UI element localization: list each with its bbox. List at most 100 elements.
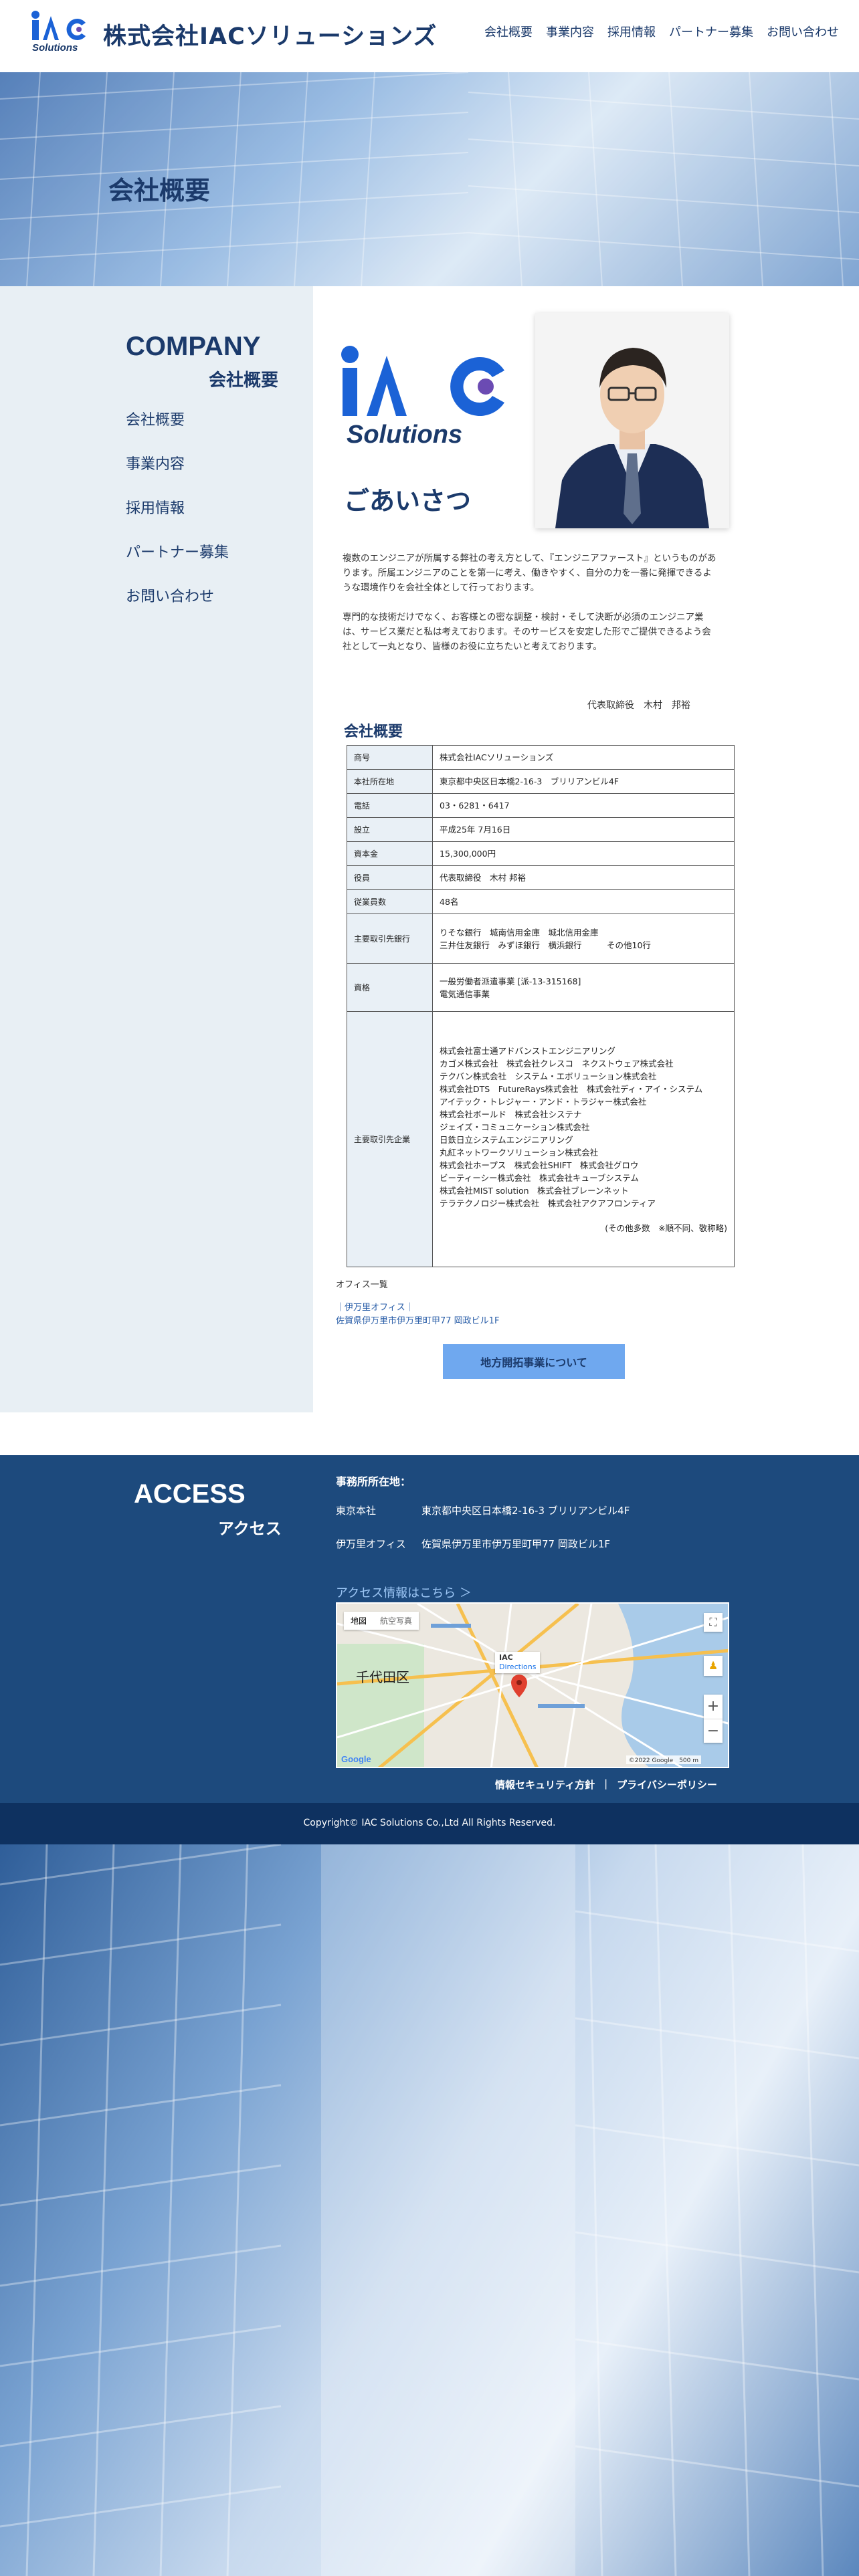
row-label: 資格 <box>347 963 433 1012</box>
zoom-control: + − <box>704 1695 723 1743</box>
copyright-text: Copyright© IAC Solutions Co.,Ltd All Rig… <box>303 1818 556 1828</box>
nav-item-contact[interactable]: お問い合わせ <box>767 23 839 40</box>
client-line: 株式会社富士通アドバンストエンジニアリング <box>440 1045 615 1056</box>
tokyo-office-label: 東京本社 <box>336 1505 377 1517</box>
company-profile-title: 会社概要 <box>344 724 403 740</box>
row-label: 資本金 <box>347 841 433 866</box>
hero-banner: 会社概要 <box>0 72 859 286</box>
table-row: 主要取引先企業 株式会社富士通アドバンストエンジニアリング カゴメ株式会社 株式… <box>347 1011 735 1267</box>
license-list: 一般労働者派遣事業 [派-13-315168] 電気通信事業 <box>432 963 735 1012</box>
sidebar-menu: 会社概要 事業内容 採用情報 パートナー募集 お問い合わせ <box>126 408 229 629</box>
map-attribution: ©2022 Google 500 m <box>626 1755 701 1764</box>
iac-logo[interactable]: Solutions <box>29 9 95 53</box>
nav-item-partner[interactable]: パートナー募集 <box>669 23 753 40</box>
zoom-in-icon[interactable]: + <box>704 1695 723 1719</box>
row-value: 代表取締役 木村 邦裕 <box>432 865 735 890</box>
office-list-label: オフィス一覧 <box>336 1280 388 1290</box>
row-label: 主要取引先銀行 <box>347 914 433 964</box>
table-row: 役員 代表取締役 木村 邦裕 <box>347 865 735 890</box>
regional-business-button[interactable]: 地方開拓事業について <box>443 1344 625 1379</box>
office-locations-heading: 事務所所在地： <box>336 1475 411 1488</box>
clients-note: (その他多数 ※順不同、敬称略) <box>605 1222 727 1233</box>
svg-text:Solutions: Solutions <box>347 421 462 448</box>
google-map[interactable]: 地図 航空写真 千代田区 IAC Directions ⛶ ♟ + − Goog… <box>336 1602 729 1768</box>
map-directions-link[interactable]: Directions <box>499 1662 536 1672</box>
client-line: 株式会社DTS FutureRays株式会社 株式会社ディ・アイ・システム <box>440 1083 703 1094</box>
bank-line: 三井住友銀行 みずほ銀行 横浜銀行 その他10行 <box>440 940 651 950</box>
row-value: 48名 <box>432 889 735 914</box>
table-row: 従業員数 48名 <box>347 889 735 914</box>
imari-office-address-access: 佐賀県伊万里市伊万里町甲77 岡政ビル1F <box>421 1538 611 1550</box>
table-row: 電話 03・6281・6417 <box>347 793 735 818</box>
map-tab-map[interactable]: 地図 <box>344 1612 373 1630</box>
row-value: 株式会社IACソリューションズ <box>432 745 735 770</box>
client-line: カゴメ株式会社 株式会社クレスコ ネクストウェア株式会社 <box>440 1058 674 1069</box>
nav-item-company[interactable]: 会社概要 <box>484 23 533 40</box>
table-row: 主要取引先銀行 りそな銀行 城南信用金庫 城北信用金庫 三井住友銀行 みずほ銀行… <box>347 914 735 964</box>
greeting-paragraph-2: 専門的な技術だけでなく、お客様との密な調整・検討・そして決断が必須のエンジニア業… <box>343 612 711 652</box>
sidebar-item-contact[interactable]: お問い合わせ <box>126 584 229 606</box>
access-heading-en: ACCESS <box>134 1479 246 1509</box>
sidebar-heading-jp: 会社概要 <box>209 370 279 391</box>
map-pin-title: IAC <box>499 1653 513 1662</box>
client-line: 株式会社ボールド 株式会社システナ <box>440 1109 582 1119</box>
tokyo-office-row: 東京本社 東京都中央区日本橋2-16-3 ブリリアンビル4F <box>336 1503 630 1517</box>
client-line: アイテック・トレジャー・アンド・トラジャー株式会社 <box>440 1096 647 1107</box>
imari-office-link[interactable]: ｜伊万里オフィス｜ 佐賀県伊万里市伊万里町甲77 岡政ビル1F <box>336 1301 499 1328</box>
footer-policy-links: 情報セキュリティ方針 | プライバシーポリシー <box>495 1778 717 1792</box>
greeting-body: 複数のエンジニアが所属する弊社の考え方として、『エンジニアファースト』というもの… <box>343 551 717 669</box>
nav-item-business[interactable]: 事業内容 <box>546 23 594 40</box>
bank-line: りそな銀行 城南信用金庫 城北信用金庫 <box>440 927 599 938</box>
page-title: 会社概要 <box>108 176 211 205</box>
building-background-photo <box>0 1844 859 2576</box>
access-heading-jp: アクセス <box>218 1519 282 1538</box>
table-row: 本社所在地 東京都中央区日本橋2-16-3 ブリリアンビル4F <box>347 769 735 794</box>
table-row: 資本金 15,300,000円 <box>347 841 735 866</box>
license-line: 一般労働者派遣事業 [派-13-315168] <box>440 976 581 986</box>
zoom-out-icon[interactable]: − <box>704 1719 723 1743</box>
row-value: 15,300,000円 <box>432 841 735 866</box>
row-label: 主要取引先企業 <box>347 1011 433 1267</box>
table-row: 設立 平成25年 7月16日 <box>347 817 735 842</box>
map-area-label: 千代田区 <box>356 1669 409 1685</box>
iac-solutions-logo-large: Solutions <box>341 346 504 448</box>
access-info-link[interactable]: アクセス情報はこちら ＞ <box>336 1584 472 1601</box>
fullscreen-icon[interactable]: ⛶ <box>704 1613 723 1632</box>
row-value: 03・6281・6417 <box>432 793 735 818</box>
greeting-paragraph-1: 複数のエンジニアが所属する弊社の考え方として、『エンジニアファースト』というもの… <box>343 553 717 593</box>
map-type-toggle: 地図 航空写真 <box>344 1612 419 1630</box>
bank-list: りそな銀行 城南信用金庫 城北信用金庫 三井住友銀行 みずほ銀行 横浜銀行 その… <box>432 914 735 964</box>
main-content: Solutions ごあいさつ 複数のエンジニアが所属する弊社の考え方として、『… <box>313 286 859 1412</box>
sidebar-item-partner[interactable]: パートナー募集 <box>126 540 229 562</box>
imari-office-label: 伊万里オフィス <box>336 1538 406 1550</box>
security-policy-link[interactable]: 情報セキュリティ方針 <box>495 1778 595 1792</box>
row-label: 設立 <box>347 817 433 842</box>
imari-office-name[interactable]: ｜伊万里オフィス｜ <box>336 1301 499 1315</box>
imari-office-address[interactable]: 佐賀県伊万里市伊万里町甲77 岡政ビル1F <box>336 1315 499 1328</box>
copyright-bar: Copyright© IAC Solutions Co.,Ltd All Rig… <box>0 1803 859 1844</box>
site-header: Solutions 株式会社IACソリューションズ 会社概要 事業内容 採用情報… <box>0 0 859 72</box>
sidebar-item-recruit[interactable]: 採用情報 <box>126 496 229 518</box>
client-list: 株式会社富士通アドバンストエンジニアリング カゴメ株式会社 株式会社クレスコ ネ… <box>432 1011 735 1267</box>
privacy-policy-link[interactable]: プライバシーポリシー <box>617 1778 717 1792</box>
tokyo-office-address: 東京都中央区日本橋2-16-3 ブリリアンビル4F <box>421 1505 630 1517</box>
main-nav: 会社概要 事業内容 採用情報 パートナー募集 お問い合わせ <box>484 23 839 40</box>
client-line: 株式会社ホープス 株式会社SHIFT 株式会社グロウ <box>440 1160 639 1170</box>
company-name[interactable]: 株式会社IACソリューションズ <box>103 17 437 51</box>
imari-office-row: 伊万里オフィス 佐賀県伊万里市伊万里町甲77 岡政ビル1F <box>336 1537 610 1551</box>
nav-item-recruit[interactable]: 採用情報 <box>607 23 656 40</box>
license-line: 電気通信事業 <box>440 988 490 999</box>
sidebar-item-company[interactable]: 会社概要 <box>126 408 229 429</box>
table-row: 資格 一般労働者派遣事業 [派-13-315168] 電気通信事業 <box>347 963 735 1012</box>
map-tab-satellite[interactable]: 航空写真 <box>373 1612 419 1630</box>
row-label: 本社所在地 <box>347 769 433 794</box>
client-line: 丸紅ネットワークソリューション株式会社 <box>440 1147 599 1158</box>
policy-separator: | <box>604 1778 608 1790</box>
company-profile-table: 商号 株式会社IACソリューションズ 本社所在地 東京都中央区日本橋2-16-3… <box>347 745 735 1267</box>
map-pin-card[interactable]: IAC Directions <box>495 1652 541 1673</box>
sidebar-item-business[interactable]: 事業内容 <box>126 452 229 473</box>
street-view-pegman-icon[interactable]: ♟ <box>704 1656 723 1676</box>
client-line: ビーティーシー株式会社 株式会社キューブシステム <box>440 1172 639 1183</box>
sidebar-heading-en: COMPANY <box>126 332 261 361</box>
client-line: テラテクノロジー株式会社 株式会社アクアフロンティア <box>440 1198 656 1208</box>
